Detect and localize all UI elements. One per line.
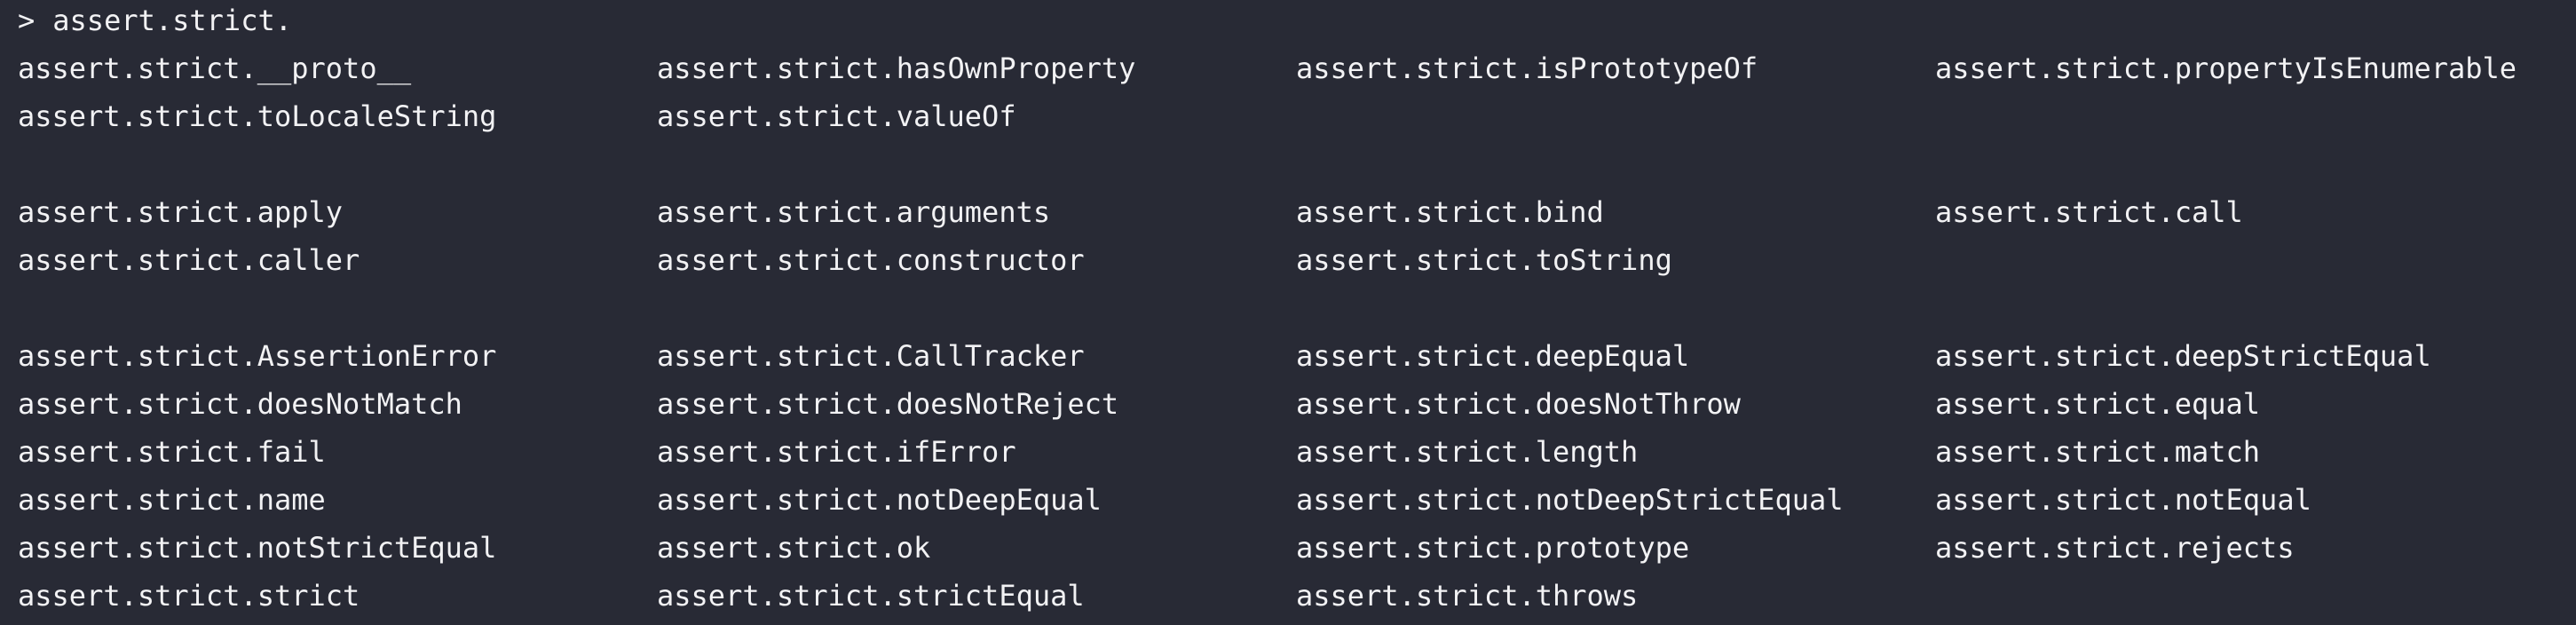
completion-item[interactable]: assert.strict.doesNotThrow bbox=[1296, 380, 1741, 428]
prompt-input[interactable]: assert.strict. bbox=[52, 4, 292, 37]
completion-item[interactable]: assert.strict.rejects bbox=[1935, 524, 2295, 572]
completion-item[interactable]: assert.strict.deepEqual bbox=[1296, 332, 1689, 380]
completion-item[interactable]: assert.strict.deepStrictEqual bbox=[1935, 332, 2431, 380]
completion-item[interactable]: assert.strict.apply bbox=[18, 188, 343, 236]
completion-row: assert.strict.__proto__ assert.strict.ha… bbox=[0, 44, 2576, 92]
completion-row: assert.strict.toLocaleString assert.stri… bbox=[0, 92, 2576, 140]
completion-item[interactable]: assert.strict.toLocaleString bbox=[18, 92, 496, 140]
completion-item[interactable]: assert.strict.notEqual bbox=[1935, 476, 2311, 524]
completion-item[interactable]: assert.strict.arguments bbox=[657, 188, 1050, 236]
completion-item[interactable]: assert.strict.notDeepEqual bbox=[657, 476, 1102, 524]
completion-item[interactable]: assert.strict.constructor bbox=[657, 236, 1085, 284]
completion-item[interactable]: assert.strict.valueOf bbox=[657, 92, 1016, 140]
completion-item[interactable]: assert.strict.ok bbox=[657, 524, 930, 572]
completion-item[interactable]: assert.strict.strict bbox=[18, 572, 360, 620]
completion-row: assert.strict.fail assert.strict.ifError… bbox=[0, 428, 2576, 476]
completion-row: assert.strict.strict assert.strict.stric… bbox=[0, 572, 2576, 620]
completion-row: assert.strict.name assert.strict.notDeep… bbox=[0, 476, 2576, 524]
completion-item[interactable]: assert.strict.AssertionError bbox=[18, 332, 496, 380]
completion-item[interactable]: assert.strict.name bbox=[18, 476, 326, 524]
completion-item[interactable]: assert.strict.prototype bbox=[1296, 524, 1689, 572]
completion-item[interactable]: assert.strict.doesNotReject bbox=[657, 380, 1118, 428]
completion-row: assert.strict.caller assert.strict.const… bbox=[0, 236, 2576, 284]
completion-item[interactable]: assert.strict.isPrototypeOf bbox=[1296, 44, 1758, 92]
completion-item[interactable]: assert.strict.notStrictEqual bbox=[18, 524, 496, 572]
completion-item[interactable]: assert.strict.caller bbox=[18, 236, 360, 284]
completion-item[interactable]: assert.strict.strictEqual bbox=[657, 572, 1085, 620]
completion-row: assert.strict.apply assert.strict.argume… bbox=[0, 188, 2576, 236]
completion-item[interactable]: assert.strict.toString bbox=[1296, 236, 1672, 284]
completion-item[interactable]: assert.strict.notDeepStrictEqual bbox=[1296, 476, 1844, 524]
completion-item[interactable]: assert.strict.throws bbox=[1296, 572, 1638, 620]
completion-item[interactable]: assert.strict.hasOwnProperty bbox=[657, 44, 1135, 92]
completion-item[interactable]: assert.strict.equal bbox=[1935, 380, 2260, 428]
terminal-window[interactable]: > assert.strict. assert.strict.__proto__ … bbox=[0, 0, 2576, 625]
completion-item[interactable]: assert.strict.propertyIsEnumerable bbox=[1935, 44, 2517, 92]
prompt-line[interactable]: > assert.strict. bbox=[18, 0, 292, 44]
completion-row: assert.strict.notStrictEqual assert.stri… bbox=[0, 524, 2576, 572]
completion-item[interactable]: assert.strict.match bbox=[1935, 428, 2260, 476]
completion-item[interactable]: assert.strict.length bbox=[1296, 428, 1638, 476]
completion-item[interactable]: assert.strict.fail bbox=[18, 428, 326, 476]
completion-item[interactable]: assert.strict.ifError bbox=[657, 428, 1016, 476]
completion-item[interactable]: assert.strict.call bbox=[1935, 188, 2243, 236]
prompt-symbol: > bbox=[18, 4, 36, 37]
completion-item[interactable]: assert.strict.doesNotMatch bbox=[18, 380, 462, 428]
completion-item[interactable]: assert.strict.__proto__ bbox=[18, 44, 411, 92]
completion-row: assert.strict.doesNotMatch assert.strict… bbox=[0, 380, 2576, 428]
completion-row: assert.strict.AssertionError assert.stri… bbox=[0, 332, 2576, 380]
completion-item[interactable]: assert.strict.bind bbox=[1296, 188, 1604, 236]
completion-item[interactable]: assert.strict.CallTracker bbox=[657, 332, 1085, 380]
